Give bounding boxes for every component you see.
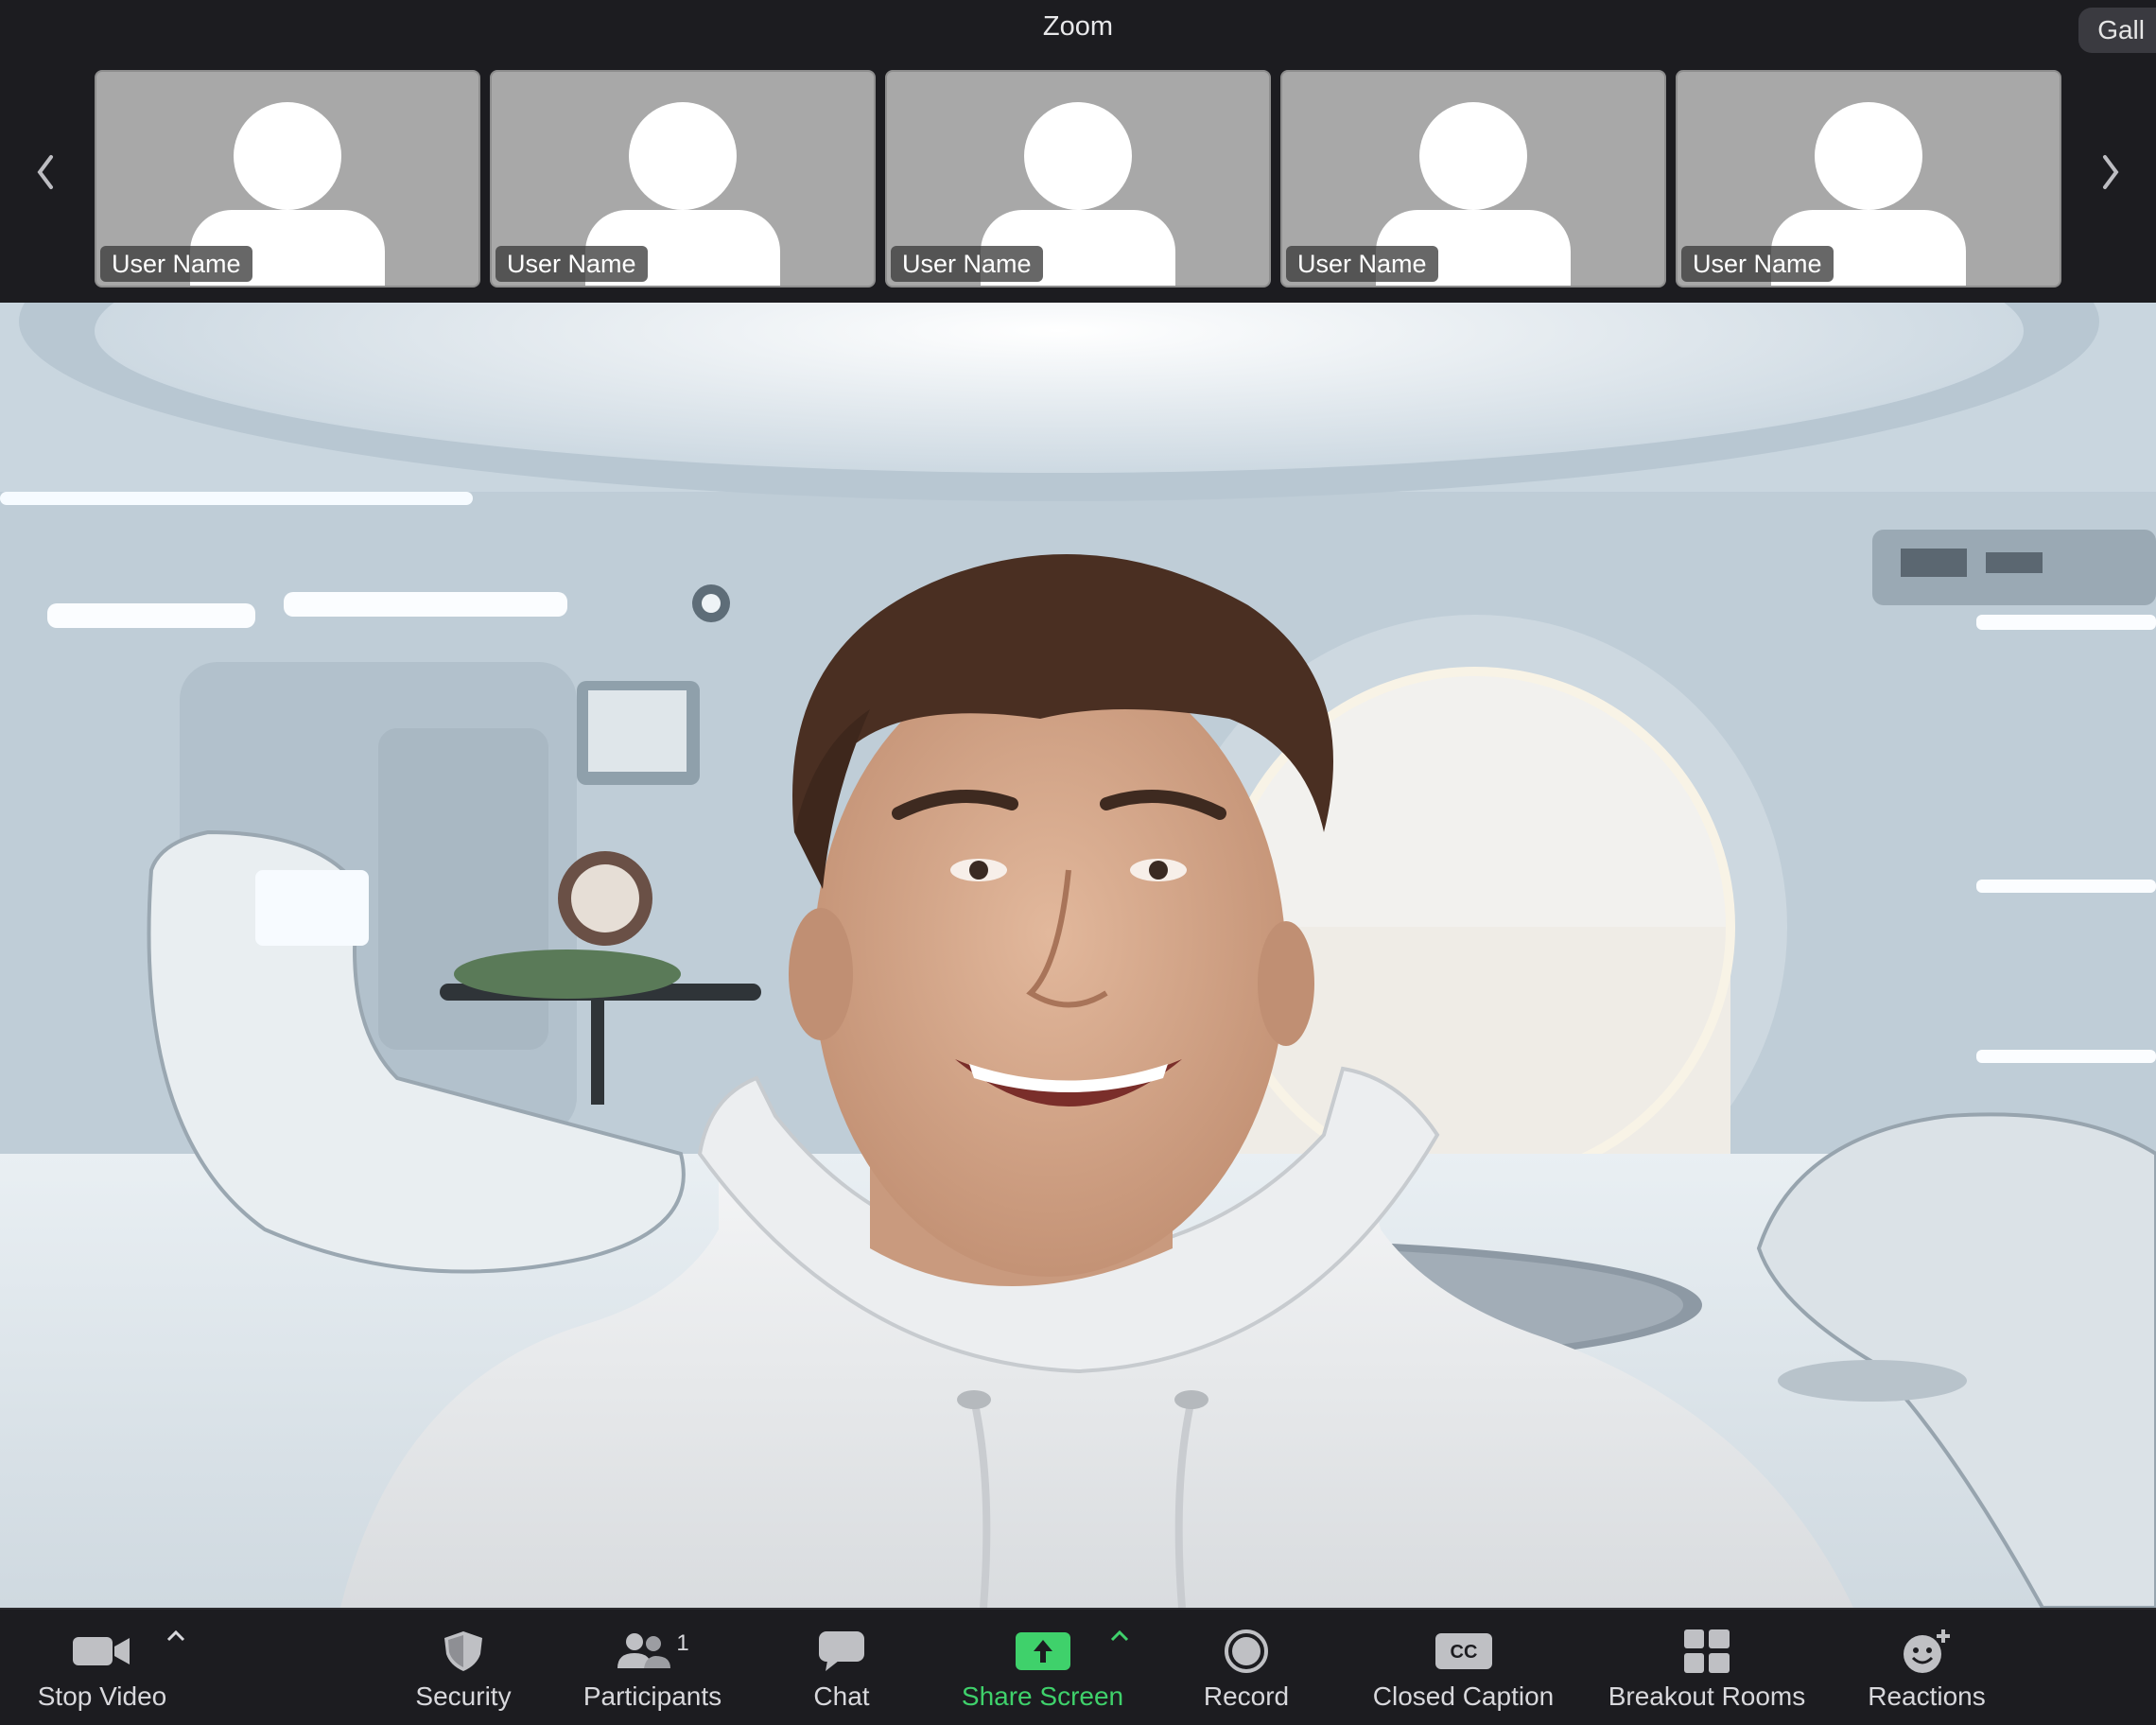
participants-count: 1 bbox=[676, 1630, 689, 1656]
avatar-head bbox=[234, 102, 341, 210]
breakout-rooms-label: Breakout Rooms bbox=[1608, 1681, 1806, 1711]
emoji-add-icon bbox=[1903, 1629, 1950, 1673]
stop-video-label: Stop Video bbox=[37, 1681, 167, 1711]
participants-label: Participants bbox=[582, 1681, 722, 1711]
closed-caption-button[interactable]: CC Closed Caption bbox=[1362, 1627, 1565, 1717]
reactions-button[interactable]: Reactions bbox=[1853, 1627, 2000, 1717]
chevron-up-icon bbox=[1110, 1629, 1129, 1642]
security-button[interactable]: Security bbox=[397, 1627, 530, 1717]
closed-caption-icon: CC bbox=[1434, 1633, 1492, 1669]
participants-icon bbox=[617, 1633, 671, 1668]
participant-name: User Name bbox=[1286, 246, 1438, 282]
share-screen-label: Share Screen bbox=[961, 1681, 1124, 1711]
breakout-rooms-button[interactable]: Breakout Rooms bbox=[1598, 1627, 1816, 1717]
share-options-caret[interactable] bbox=[1110, 1623, 1129, 1647]
speaker-video-frame bbox=[0, 303, 2156, 1608]
video-camera-icon bbox=[73, 1637, 130, 1665]
avatar-head bbox=[1419, 102, 1527, 210]
chevron-left-icon bbox=[37, 155, 53, 189]
video-options-caret[interactable] bbox=[166, 1623, 185, 1647]
meeting-controls-bar: Stop Video Security 1 Participants Chat … bbox=[0, 1608, 2156, 1725]
record-button[interactable]: Record bbox=[1190, 1627, 1303, 1717]
participant-tile[interactable]: User Name bbox=[1676, 70, 2061, 288]
participant-tile[interactable]: User Name bbox=[885, 70, 1271, 288]
chevron-right-icon bbox=[2103, 155, 2119, 189]
stop-video-button[interactable]: Stop Video bbox=[26, 1627, 178, 1717]
chat-bubble-icon bbox=[819, 1631, 864, 1671]
active-speaker-video bbox=[0, 303, 2156, 1608]
closed-caption-label: Closed Caption bbox=[1372, 1681, 1555, 1711]
participant-tile[interactable]: User Name bbox=[490, 70, 876, 288]
gallery-view-button[interactable]: Gall bbox=[2078, 8, 2156, 53]
chat-button[interactable]: Chat bbox=[785, 1627, 898, 1717]
title-bar: Zoom Gall bbox=[0, 0, 2156, 61]
cc-icon-text: CC bbox=[1450, 1642, 1477, 1663]
previous-page-button[interactable] bbox=[26, 144, 64, 200]
chat-label: Chat bbox=[813, 1681, 870, 1711]
avatar-head bbox=[629, 102, 737, 210]
breakout-rooms-grid-icon bbox=[1684, 1629, 1730, 1673]
share-screen-arrow-icon bbox=[1015, 1632, 1070, 1670]
chevron-up-icon bbox=[166, 1629, 185, 1642]
participant-tile[interactable]: User Name bbox=[1280, 70, 1666, 288]
participant-name: User Name bbox=[891, 246, 1043, 282]
shield-icon bbox=[444, 1631, 482, 1671]
participant-name: User Name bbox=[496, 246, 648, 282]
security-label: Security bbox=[415, 1681, 512, 1711]
window-title: Zoom bbox=[1042, 11, 1114, 42]
record-icon bbox=[1225, 1629, 1268, 1673]
avatar-head bbox=[1815, 102, 1922, 210]
reactions-label: Reactions bbox=[1868, 1681, 1986, 1711]
next-page-button[interactable] bbox=[2092, 144, 2130, 200]
participant-name: User Name bbox=[100, 246, 252, 282]
avatar-head bbox=[1024, 102, 1132, 210]
participant-tile[interactable]: User Name bbox=[95, 70, 480, 288]
participants-button[interactable]: 1 Participants bbox=[567, 1627, 738, 1717]
record-label: Record bbox=[1203, 1681, 1290, 1711]
participant-name: User Name bbox=[1681, 246, 1834, 282]
participant-strip: User Name User Name User Name User Name … bbox=[0, 61, 2156, 303]
